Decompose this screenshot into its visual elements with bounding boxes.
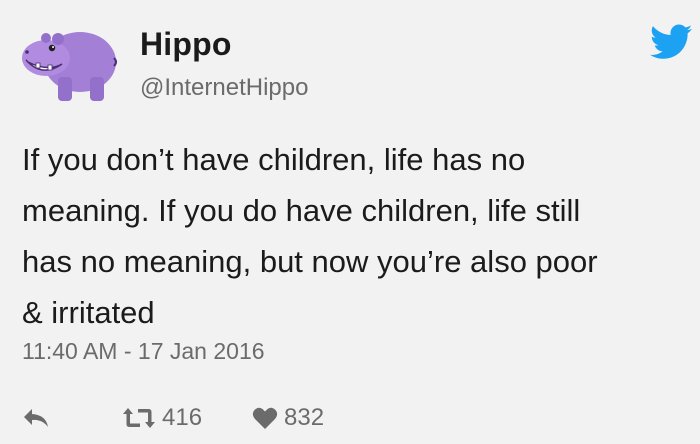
tweet-timestamp[interactable]: 11:40 AM - 17 Jan 2016 [22, 338, 265, 365]
retweet-icon [123, 408, 155, 428]
tweet-actions: 416 832 [22, 400, 324, 436]
hippo-avatar-icon [22, 32, 117, 101]
tweet-card: Hippo @InternetHippo If you don’t have c… [0, 0, 700, 444]
like-button[interactable]: 832 [252, 404, 324, 432]
avatar[interactable] [18, 22, 118, 108]
twitter-bird-icon[interactable] [650, 24, 692, 60]
tweet-text: If you don’t have children, life has no … [22, 142, 598, 330]
reply-arrow-icon [24, 409, 48, 427]
retweet-button[interactable]: 416 [122, 404, 202, 432]
retweet-count: 416 [162, 404, 203, 431]
author-name[interactable]: Hippo [140, 26, 232, 63]
like-count: 832 [284, 404, 325, 431]
reply-button[interactable] [22, 407, 82, 429]
author-handle[interactable]: @InternetHippo [140, 74, 308, 102]
heart-icon [252, 407, 278, 429]
